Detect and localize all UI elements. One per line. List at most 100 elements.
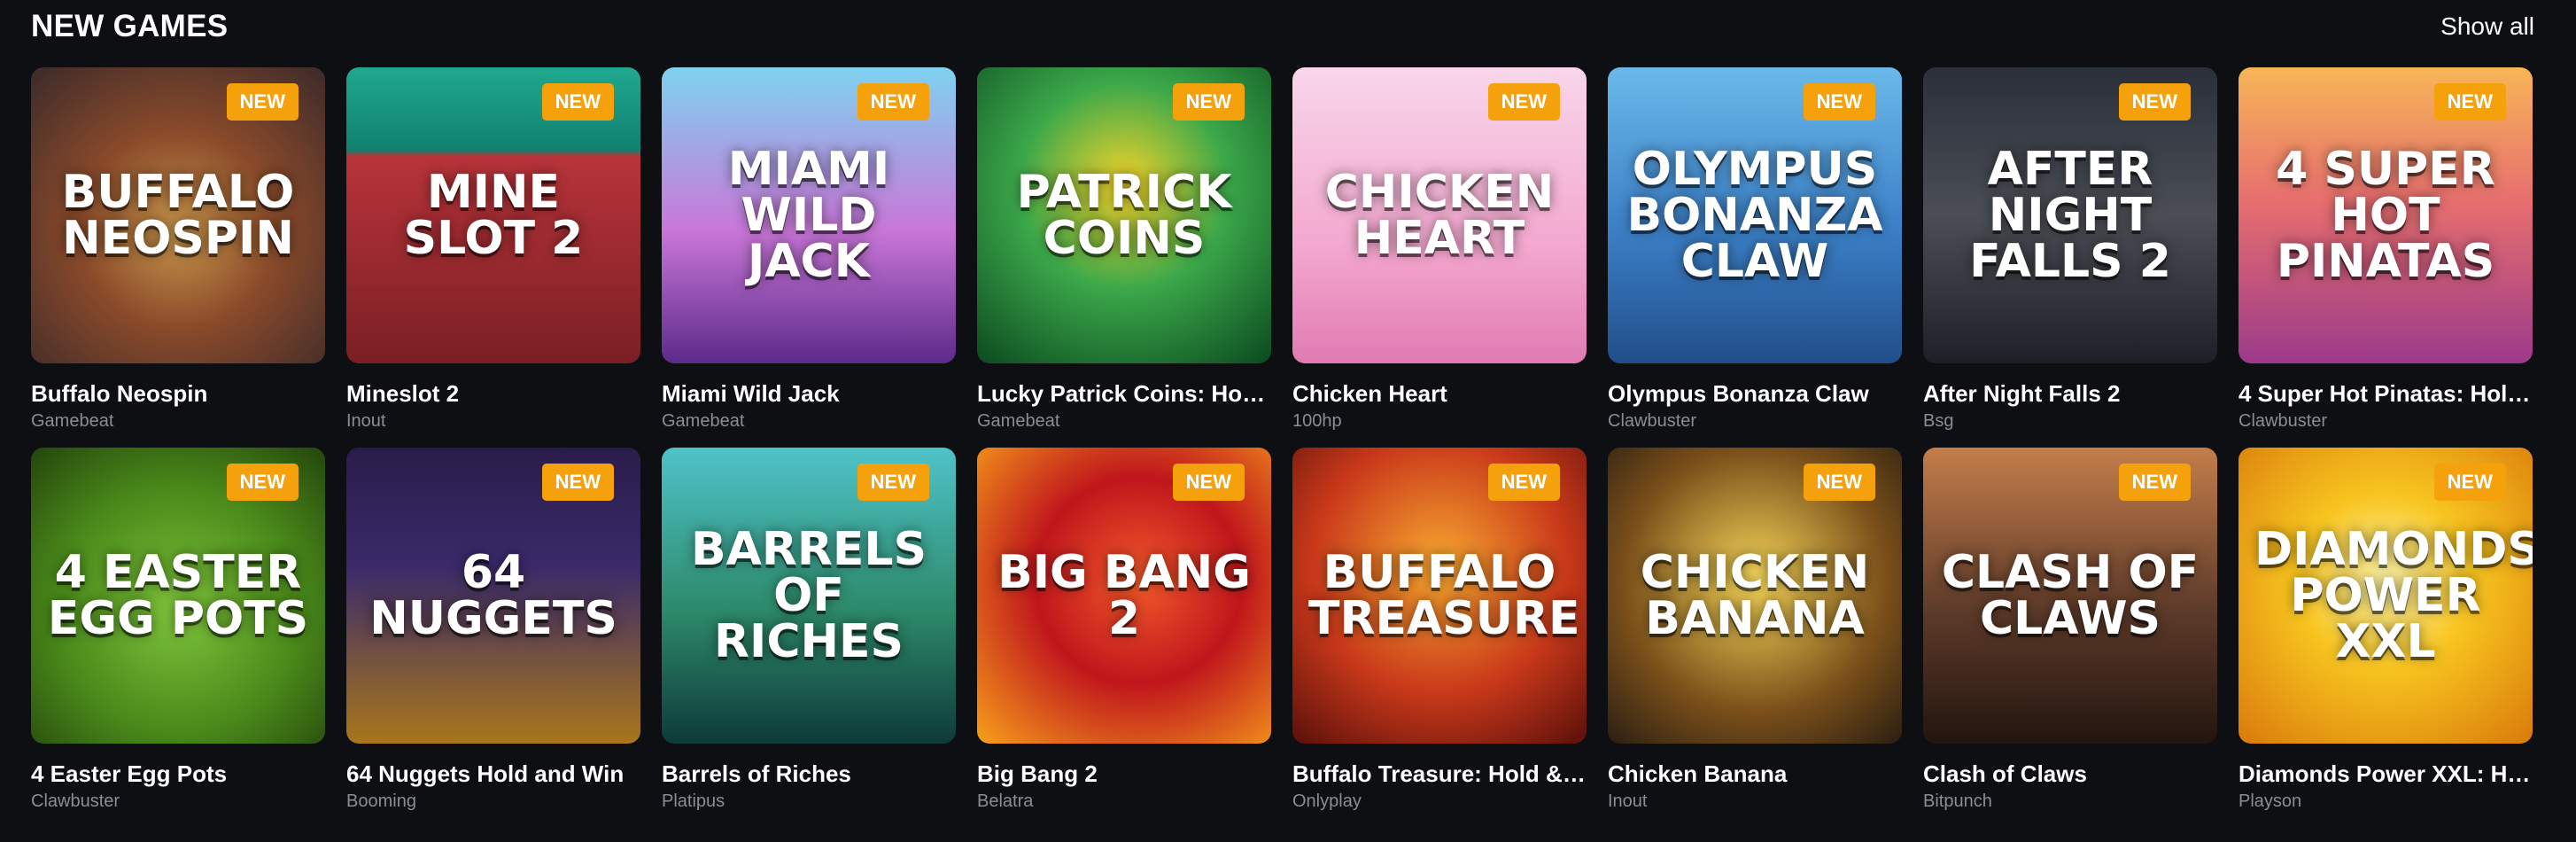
section-title: NEW GAMES (31, 9, 229, 43)
game-thumbnail[interactable]: OLYMPUS BONANZA CLAW NEW (1608, 67, 1902, 363)
game-logo: BARRELS OF RICHES (690, 523, 927, 668)
game-title[interactable]: 64 Nuggets Hold and Win (346, 760, 640, 788)
game-logo: CHICKEN BANANA (1640, 546, 1870, 645)
game-card[interactable]: CHICKEN HEART NEW Chicken Heart 100hp (1292, 67, 1587, 448)
game-thumbnail[interactable]: BUFFALO TREASURE NEW (1292, 448, 1587, 744)
game-logo: 4 EASTER EGG POTS (47, 546, 309, 645)
game-card[interactable]: PATRICK COINS NEW Lucky Patrick Coins: H… (977, 67, 1271, 448)
game-card[interactable]: AFTER NIGHT FALLS 2 NEW After Night Fall… (1923, 67, 2217, 448)
game-thumbnail[interactable]: PATRICK COINS NEW (977, 67, 1271, 363)
new-badge: NEW (2433, 83, 2506, 121)
game-title[interactable]: Olympus Bonanza Claw (1608, 379, 1902, 408)
game-thumbnail[interactable]: DIAMONDS POWER XXL NEW (2238, 448, 2533, 744)
game-card[interactable]: 4 EASTER EGG POTS NEW 4 Easter Egg Pots … (31, 448, 325, 811)
game-logo: BIG BANG 2 (997, 546, 1251, 645)
game-thumbnail[interactable]: 4 SUPER HOT PINATAS NEW (2238, 67, 2533, 363)
game-logo: BUFFALO TREASURE (1308, 546, 1580, 645)
new-badge: NEW (1172, 83, 1245, 121)
game-card[interactable]: 4 SUPER HOT PINATAS NEW 4 Super Hot Pina… (2238, 67, 2533, 448)
game-provider: 100hp (1292, 411, 1342, 431)
game-title[interactable]: Lucky Patrick Coins: Hold… (977, 379, 1271, 408)
section-header: NEW GAMES Show all (31, 0, 2534, 53)
game-provider: Clawbuster (2238, 411, 2328, 431)
game-card[interactable]: MIAMI Wild Jack NEW Miami Wild Jack Game… (662, 67, 956, 448)
new-badge: NEW (857, 83, 929, 121)
game-provider: Gamebeat (31, 411, 114, 431)
game-card[interactable]: BUFFALO TREASURE NEW Buffalo Treasure: H… (1292, 448, 1587, 811)
game-title[interactable]: 4 Super Hot Pinatas: Hol… (2238, 379, 2533, 408)
game-card[interactable]: BIG BANG 2 NEW Big Bang 2 Belatra (977, 448, 1271, 811)
game-provider: Onlyplay (1292, 791, 1362, 811)
game-logo: BUFFALO neospin (61, 166, 295, 265)
game-provider: Booming (346, 791, 416, 811)
game-provider: Platipus (662, 791, 725, 811)
new-badge: NEW (541, 83, 614, 121)
game-title[interactable]: After Night Falls 2 (1923, 379, 2217, 408)
game-provider: Inout (346, 411, 386, 431)
game-thumbnail[interactable]: AFTER NIGHT FALLS 2 NEW (1923, 67, 2217, 363)
game-provider: Belatra (977, 791, 1034, 811)
new-badge: NEW (1487, 83, 1560, 121)
game-logo: PATRICK COINS (1016, 166, 1232, 265)
game-card[interactable]: 64 NUGGETS NEW 64 Nuggets Hold and Win B… (346, 448, 640, 811)
game-provider: Bitpunch (1923, 791, 1992, 811)
game-logo: 4 SUPER HOT PINATAS (2276, 143, 2495, 288)
game-thumbnail[interactable]: BARRELS OF RICHES NEW (662, 448, 956, 744)
game-title[interactable]: Buffalo Treasure: Hold & … (1292, 760, 1587, 788)
game-logo: CHICKEN HEART (1324, 166, 1555, 265)
game-provider: Gamebeat (977, 411, 1060, 431)
game-title[interactable]: 4 Easter Egg Pots (31, 760, 325, 788)
show-all-link[interactable]: Show all (2440, 12, 2534, 41)
game-title[interactable]: Chicken Banana (1608, 760, 1902, 788)
game-thumbnail[interactable]: BIG BANG 2 NEW (977, 448, 1271, 744)
game-provider: Playson (2238, 791, 2302, 811)
game-thumbnail[interactable]: CHICKEN BANANA NEW (1608, 448, 1902, 744)
game-title[interactable]: Barrels of Riches (662, 760, 956, 788)
game-logo: MIAMI Wild Jack (727, 143, 890, 288)
game-title[interactable]: Miami Wild Jack (662, 379, 956, 408)
game-thumbnail[interactable]: MIAMI Wild Jack NEW (662, 67, 956, 363)
game-title[interactable]: Mineslot 2 (346, 379, 640, 408)
game-title[interactable]: Clash of Claws (1923, 760, 2217, 788)
game-title[interactable]: Chicken Heart (1292, 379, 1587, 408)
game-logo: OLYMPUS BONANZA CLAW (1626, 143, 1883, 288)
new-badge: NEW (857, 464, 929, 501)
game-card[interactable]: BARRELS OF RICHES NEW Barrels of Riches … (662, 448, 956, 811)
game-card[interactable]: CHICKEN BANANA NEW Chicken Banana Inout (1608, 448, 1902, 811)
game-card[interactable]: CLASH OF CLAWS NEW Clash of Claws Bitpun… (1923, 448, 2217, 811)
game-thumbnail[interactable]: CLASH OF CLAWS NEW (1923, 448, 2217, 744)
game-thumbnail[interactable]: CHICKEN HEART NEW (1292, 67, 1587, 363)
new-badge: NEW (226, 464, 299, 501)
game-provider: Clawbuster (31, 791, 120, 811)
game-provider: Gamebeat (662, 411, 745, 431)
game-thumbnail[interactable]: 4 EASTER EGG POTS NEW (31, 448, 325, 744)
new-badge: NEW (1172, 464, 1245, 501)
game-title[interactable]: Big Bang 2 (977, 760, 1271, 788)
new-badge: NEW (2118, 83, 2191, 121)
new-badge: NEW (2118, 464, 2191, 501)
game-logo: 64 NUGGETS (369, 546, 617, 645)
new-badge: NEW (541, 464, 614, 501)
game-thumbnail[interactable]: 64 NUGGETS NEW (346, 448, 640, 744)
new-badge: NEW (1803, 464, 1875, 501)
game-title[interactable]: Buffalo Neospin (31, 379, 325, 408)
game-thumbnail[interactable]: BUFFALO neospin NEW (31, 67, 325, 363)
games-grid: BUFFALO neospin NEW Buffalo Neospin Game… (31, 67, 2533, 811)
game-card[interactable]: DIAMONDS POWER XXL NEW Diamonds Power XX… (2238, 448, 2533, 811)
game-logo: DIAMONDS POWER XXL (2254, 523, 2533, 668)
new-badge: NEW (1803, 83, 1875, 121)
game-provider: Bsg (1923, 411, 1954, 431)
game-logo: CLASH OF CLAWS (1941, 546, 2200, 645)
game-card[interactable]: BUFFALO neospin NEW Buffalo Neospin Game… (31, 67, 325, 448)
game-card[interactable]: MINE SLOT 2 NEW Mineslot 2 Inout (346, 67, 640, 448)
new-badge: NEW (1487, 464, 1560, 501)
game-card[interactable]: OLYMPUS BONANZA CLAW NEW Olympus Bonanza… (1608, 67, 1902, 448)
game-provider: Clawbuster (1608, 411, 1697, 431)
game-logo: MINE SLOT 2 (403, 166, 584, 265)
new-badge: NEW (2433, 464, 2506, 501)
new-badge: NEW (226, 83, 299, 121)
game-title[interactable]: Diamonds Power XXL: Ho… (2238, 760, 2533, 788)
game-logo: AFTER NIGHT FALLS 2 (1969, 143, 2171, 288)
game-thumbnail[interactable]: MINE SLOT 2 NEW (346, 67, 640, 363)
game-provider: Inout (1608, 791, 1648, 811)
